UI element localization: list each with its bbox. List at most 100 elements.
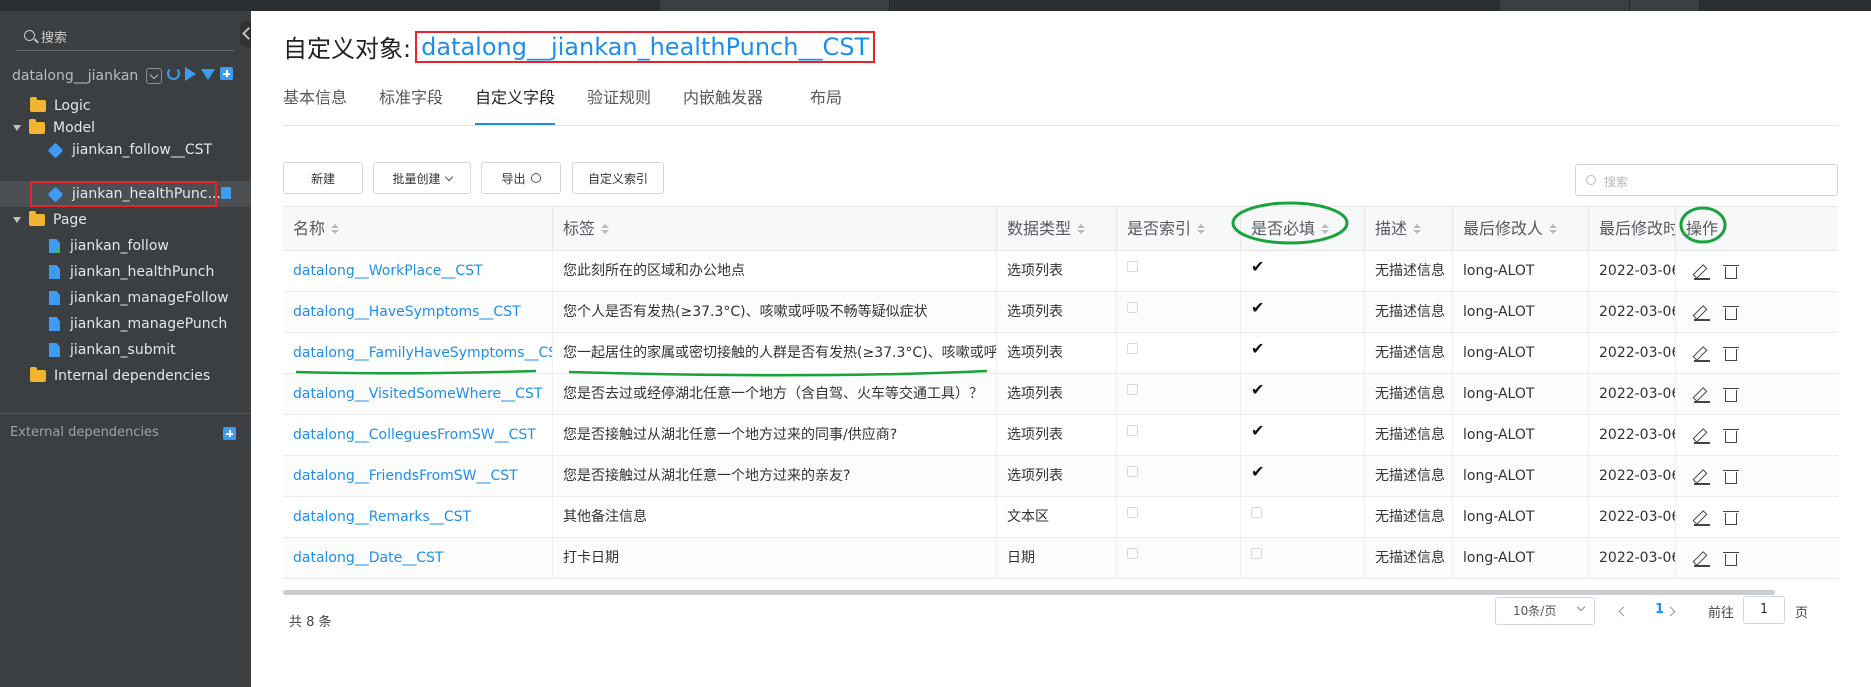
delete-icon[interactable] — [1723, 510, 1739, 525]
top-tab[interactable] — [660, 0, 890, 11]
cell-name[interactable]: datalong__FriendsFromSW__CST — [283, 456, 553, 496]
sort-icon[interactable] — [331, 224, 340, 234]
edit-icon[interactable] — [1694, 263, 1710, 280]
horizontal-scrollbar[interactable] — [283, 590, 1775, 595]
trash-icon[interactable] — [221, 187, 231, 199]
edit-icon[interactable] — [1694, 550, 1710, 567]
tree-item-page-follow[interactable]: jiankan_follow — [0, 233, 251, 259]
tab-standard-fields[interactable]: 标准字段 — [379, 87, 443, 125]
sort-icon[interactable] — [601, 224, 610, 234]
edit-icon[interactable] — [1694, 386, 1710, 403]
project-selector[interactable]: datalong__jiankan — [12, 65, 163, 87]
row-actions — [1676, 292, 1739, 332]
delete-icon[interactable] — [1723, 346, 1739, 361]
delete-icon[interactable] — [1723, 305, 1739, 320]
col-type[interactable]: 数据类型 — [997, 207, 1117, 251]
next-page-icon[interactable] — [1665, 606, 1676, 617]
cell-name[interactable]: datalong__Remarks__CST — [283, 497, 553, 537]
tree-item-page-managefollow[interactable]: jiankan_manageFollow — [0, 285, 251, 311]
row-actions — [1676, 456, 1739, 496]
tree-item-page-submit[interactable]: jiankan_submit — [0, 337, 251, 363]
col-name[interactable]: 名称 — [283, 207, 553, 251]
checkbox-icon — [1251, 506, 1262, 518]
cell-name[interactable]: datalong__Date__CST — [283, 538, 553, 578]
current-page[interactable]: 1 — [1655, 602, 1664, 617]
sidebar-divider — [0, 413, 251, 414]
export-button[interactable]: 导出 — [481, 162, 561, 194]
new-button[interactable]: 新建 — [283, 162, 363, 194]
delete-icon[interactable] — [1723, 264, 1739, 279]
top-tab[interactable] — [1630, 0, 1700, 11]
goto-page-input[interactable]: 1 — [1743, 596, 1785, 624]
col-indexed[interactable]: 是否索引 — [1117, 207, 1241, 251]
checkmark-icon: ✔ — [1251, 298, 1265, 317]
table-row: datalong__FriendsFromSW__CST 您是否接触过从湖北任意一… — [283, 456, 1838, 497]
sort-icon[interactable] — [1197, 224, 1206, 234]
tab-custom-fields[interactable]: 自定义字段 — [475, 87, 556, 125]
cell-name[interactable]: datalong__VisitedSomeWhere__CST — [283, 374, 553, 414]
checkmark-icon: ✔ — [1251, 257, 1265, 276]
tab-basic-info[interactable]: 基本信息 — [283, 87, 347, 125]
tree-item-model-follow[interactable]: jiankan_follow__CST — [0, 137, 251, 163]
expand-arrow-icon[interactable] — [13, 217, 21, 223]
cell-modified: 2022-03-06 — [1589, 292, 1676, 332]
run-icon[interactable] — [185, 67, 196, 81]
tab-triggers[interactable]: 内嵌触发器 — [683, 87, 763, 125]
delete-icon[interactable] — [1723, 428, 1739, 443]
sort-icon[interactable] — [1549, 224, 1558, 234]
tree-item-page-managepunch[interactable]: jiankan_managePunch — [0, 311, 251, 337]
col-modified[interactable]: 最后修改时 — [1589, 207, 1676, 251]
cell-name[interactable]: datalong__ColleguesFromSW__CST — [283, 415, 553, 455]
tree-item-page[interactable]: Page — [0, 207, 251, 233]
add-dependency-icon[interactable] — [223, 427, 236, 440]
edit-icon[interactable] — [1694, 509, 1710, 526]
col-label[interactable]: 标签 — [553, 207, 997, 251]
add-icon[interactable] — [220, 67, 233, 80]
deploy-icon[interactable] — [201, 69, 215, 80]
cell-desc: 无描述信息 — [1365, 456, 1453, 496]
col-required[interactable]: 是否必填 — [1241, 207, 1365, 251]
cell-label: 您是否接触过从湖北任意一个地方过来的亲友? — [553, 456, 997, 496]
edit-icon[interactable] — [1694, 304, 1710, 321]
cell-name[interactable]: datalong__FamilyHaveSymptoms__CST — [283, 333, 553, 373]
search-icon — [1586, 175, 1596, 185]
tree-item-label: jiankan_submit — [70, 342, 176, 358]
col-desc[interactable]: 描述 — [1365, 207, 1453, 251]
col-label: 是否必填 — [1251, 219, 1316, 238]
cell-label: 打卡日期 — [553, 538, 997, 578]
edit-icon[interactable] — [1694, 427, 1710, 444]
sidebar-search-placeholder: 搜索 — [41, 31, 68, 46]
cell-type: 选项列表 — [997, 374, 1117, 414]
table-search-input[interactable]: 搜索 — [1575, 164, 1838, 196]
tree-item-internal-deps[interactable]: Internal dependencies — [0, 363, 251, 389]
sort-icon[interactable] — [1077, 224, 1086, 234]
tree-item-page-healthpunch[interactable]: jiankan_healthPunch — [0, 259, 251, 285]
cell-label: 其他备注信息 — [553, 497, 997, 537]
chevron-down-icon[interactable] — [146, 68, 163, 84]
prev-page-icon[interactable] — [1618, 606, 1629, 617]
top-tab[interactable] — [1500, 0, 1630, 11]
edit-icon[interactable] — [1694, 345, 1710, 362]
custom-index-button[interactable]: 自定义索引 — [572, 162, 664, 194]
refresh-icon[interactable] — [167, 67, 180, 80]
page-size-select[interactable]: 10条/页 — [1495, 597, 1595, 625]
folder-icon — [30, 97, 46, 112]
delete-icon[interactable] — [1723, 387, 1739, 402]
cell-name[interactable]: datalong__WorkPlace__CST — [283, 251, 553, 291]
cell-desc: 无描述信息 — [1365, 333, 1453, 373]
tab-layout[interactable]: 布局 — [810, 87, 842, 125]
batch-create-label: 批量创建 — [392, 171, 441, 186]
sort-icon[interactable] — [1321, 224, 1330, 234]
edit-icon[interactable] — [1694, 468, 1710, 485]
col-modifier[interactable]: 最后修改人 — [1453, 207, 1589, 251]
delete-icon[interactable] — [1723, 469, 1739, 484]
checkbox-icon — [1127, 342, 1138, 354]
tab-validation-rules[interactable]: 验证规则 — [587, 87, 651, 125]
expand-arrow-icon[interactable] — [13, 125, 21, 131]
batch-create-button[interactable]: 批量创建 — [373, 162, 471, 194]
cell-name[interactable]: datalong__HaveSymptoms__CST — [283, 292, 553, 332]
sidebar-search[interactable]: 搜索 — [16, 25, 234, 51]
delete-icon[interactable] — [1723, 551, 1739, 566]
sort-icon[interactable] — [1413, 224, 1422, 234]
tree-item-label: jiankan_managePunch — [70, 316, 228, 332]
